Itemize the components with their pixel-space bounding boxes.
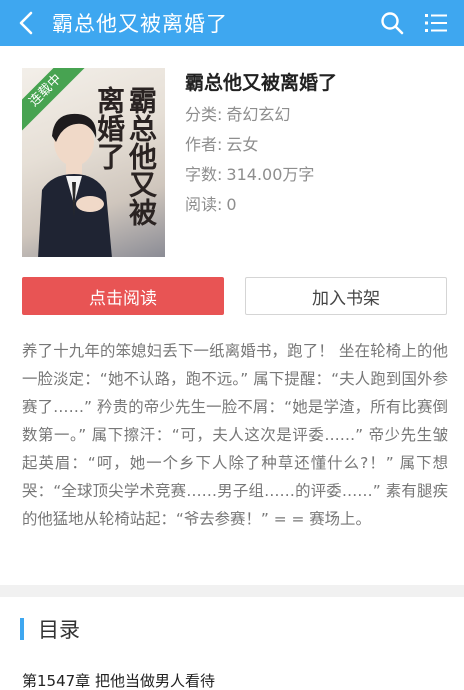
cover-title-art: 霸总他又被离婚了 [93,86,158,226]
book-info-section: 霸总他又被离婚了 连载中 霸总他又被离婚了 分类: 奇幻玄幻 作者: 云女 字数… [0,46,464,268]
list-menu-icon [425,14,447,32]
chevron-left-icon [19,11,33,35]
toc-header: 目录 [20,617,80,642]
book-cover[interactable]: 霸总他又被离婚了 连载中 [22,68,165,257]
author-label: 作者: [185,135,223,154]
book-title: 霸总他又被离婚了 [185,72,338,94]
section-divider [0,585,464,597]
page-title: 霸总他又被离婚了 [52,12,228,36]
read-count-row: 阅读: 0 [185,190,445,220]
category-label: 分类: [185,105,223,124]
toc-title: 目录 [38,618,80,642]
add-to-shelf-button[interactable]: 加入书架 [245,277,447,315]
category-row: 分类: 奇幻玄幻 [185,100,445,130]
read-count-value: 0 [226,195,237,214]
word-count-value: 314.00万字 [226,165,315,184]
back-button[interactable] [0,0,52,46]
word-count-row: 字数: 314.00万字 [185,160,445,190]
category-value: 奇幻玄幻 [226,105,291,124]
read-now-button[interactable]: 点击阅读 [22,277,224,315]
search-icon [381,12,404,35]
toc-accent-bar [20,618,24,640]
top-bar: 霸总他又被离婚了 [0,0,464,46]
search-button[interactable] [370,0,414,46]
menu-button[interactable] [414,0,458,46]
book-meta: 霸总他又被离婚了 分类: 奇幻玄幻 作者: 云女 字数: 314.00万字 阅读… [185,68,445,220]
author-row: 作者: 云女 [185,130,445,160]
author-value: 云女 [226,135,259,154]
read-count-label: 阅读: [185,195,223,214]
chapter-item[interactable]: 第1547章 把他当做男人看待 [22,670,215,690]
book-synopsis: 养了十九年的笨媳妇丢下一纸离婚书，跑了！ 坐在轮椅上的他一脸淡定：“她不认路，跑… [22,342,448,528]
word-count-label: 字数: [185,165,223,184]
